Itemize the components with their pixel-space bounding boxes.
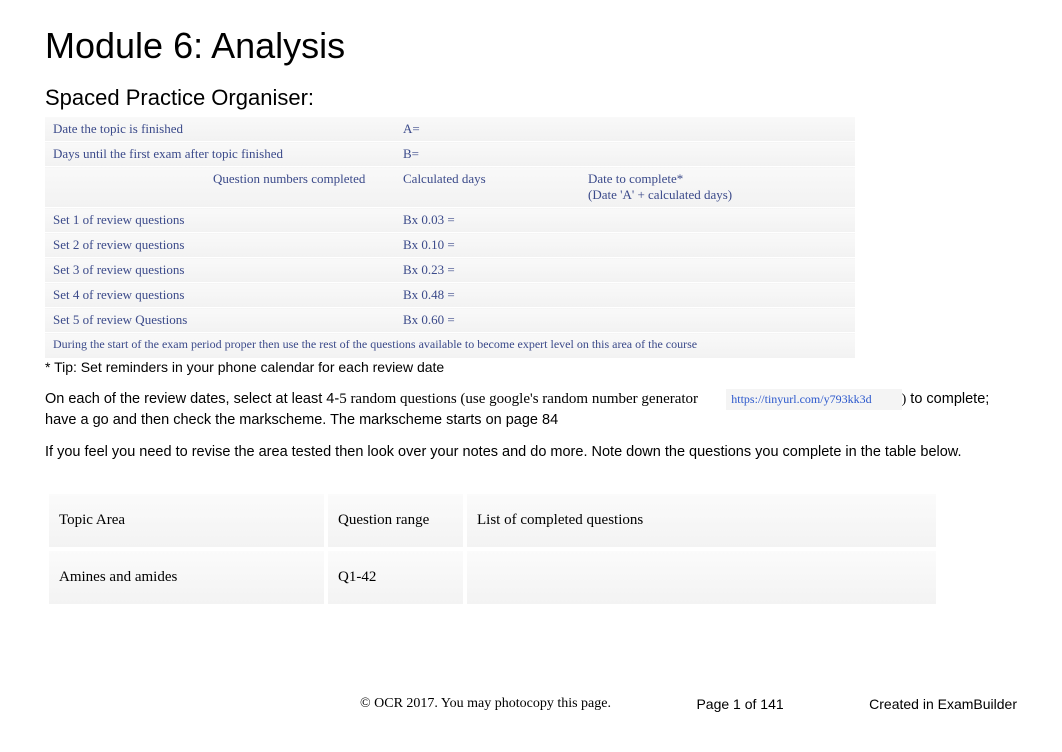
label-date-finished: Date the topic is finished xyxy=(45,117,395,142)
subtitle: Spaced Practice Organiser: xyxy=(45,85,1017,111)
set-qnums xyxy=(205,258,395,283)
topic-table-row: Amines and amides Q1-42 xyxy=(49,551,936,604)
set-label: Set 3 of review questions xyxy=(45,258,205,283)
header-question-range: Question range xyxy=(328,494,463,547)
set-date xyxy=(580,258,855,283)
row-column-headers: Question numbers completed Calculated da… xyxy=(45,167,855,208)
label-days-until: Days until the first exam after topic fi… xyxy=(45,142,395,167)
set-date xyxy=(580,283,855,308)
tip-text: * Tip: Set reminders in your phone calen… xyxy=(45,359,1017,375)
footer-copyright: © OCR 2017. You may photocopy this page. xyxy=(360,696,611,712)
set-label: Set 2 of review questions xyxy=(45,233,205,258)
random-generator-link[interactable]: https://tinyurl.com/y793kk3d xyxy=(726,389,901,410)
footer-page: Page 1 of 141 xyxy=(696,696,783,712)
organiser-table: Date the topic is finished A= Days until… xyxy=(45,117,855,359)
col-blank xyxy=(45,167,205,208)
set-date xyxy=(580,208,855,233)
instruction-part1: On each of the review dates, select at l… xyxy=(45,391,339,407)
page-title: Module 6: Analysis xyxy=(45,25,1017,67)
row-set-3: Set 3 of review questions Bx 0.23 = xyxy=(45,258,855,283)
expert-note: During the start of the exam period prop… xyxy=(45,333,855,359)
set-qnums xyxy=(205,233,395,258)
row-set-1: Set 1 of review questions Bx 0.03 = xyxy=(45,208,855,233)
footer-created: Created in ExamBuilder xyxy=(869,696,1017,712)
set-label: Set 1 of review questions xyxy=(45,208,205,233)
set-label: Set 4 of review questions xyxy=(45,283,205,308)
instruction-part1-serif: 5 random questions (use google's random … xyxy=(339,391,698,407)
set-calc: Bx 0.23 = xyxy=(395,258,580,283)
footer: © OCR 2017. You may photocopy this page.… xyxy=(0,696,1062,712)
col-date-to-complete-sub: (Date 'A' + calculated days) xyxy=(588,187,732,202)
row-set-5: Set 5 of review Questions Bx 0.60 = xyxy=(45,308,855,333)
topic-table-header-row: Topic Area Question range List of comple… xyxy=(49,494,936,547)
cell-topic: Amines and amides xyxy=(49,551,324,604)
row-expert-note: During the start of the exam period prop… xyxy=(45,333,855,359)
set-calc: Bx 0.03 = xyxy=(395,208,580,233)
topic-table: Topic Area Question range List of comple… xyxy=(45,490,940,608)
row-date-finished: Date the topic is finished A= xyxy=(45,117,855,142)
cell-completed xyxy=(467,551,936,604)
set-calc: Bx 0.48 = xyxy=(395,283,580,308)
col-date-to-complete-main: Date to complete* xyxy=(588,171,683,186)
cell-range: Q1-42 xyxy=(328,551,463,604)
value-date-finished: A= xyxy=(395,117,855,142)
header-completed-list: List of completed questions xyxy=(467,494,936,547)
col-calculated-days: Calculated days xyxy=(395,167,580,208)
row-days-until: Days until the first exam after topic fi… xyxy=(45,142,855,167)
set-label: Set 5 of review Questions xyxy=(45,308,205,333)
set-qnums xyxy=(205,308,395,333)
row-set-4: Set 4 of review questions Bx 0.48 = xyxy=(45,283,855,308)
set-date xyxy=(580,233,855,258)
set-calc: Bx 0.60 = xyxy=(395,308,580,333)
header-topic-area: Topic Area xyxy=(49,494,324,547)
col-question-numbers: Question numbers completed xyxy=(205,167,395,208)
col-date-to-complete: Date to complete* (Date 'A' + calculated… xyxy=(580,167,855,208)
instruction-block: On each of the review dates, select at l… xyxy=(45,389,1017,430)
set-qnums xyxy=(205,283,395,308)
row-set-2: Set 2 of review questions Bx 0.10 = xyxy=(45,233,855,258)
set-calc: Bx 0.10 = xyxy=(395,233,580,258)
set-qnums xyxy=(205,208,395,233)
set-date xyxy=(580,308,855,333)
revise-note: If you feel you need to revise the area … xyxy=(45,444,1017,460)
value-days-until: B= xyxy=(395,142,855,167)
